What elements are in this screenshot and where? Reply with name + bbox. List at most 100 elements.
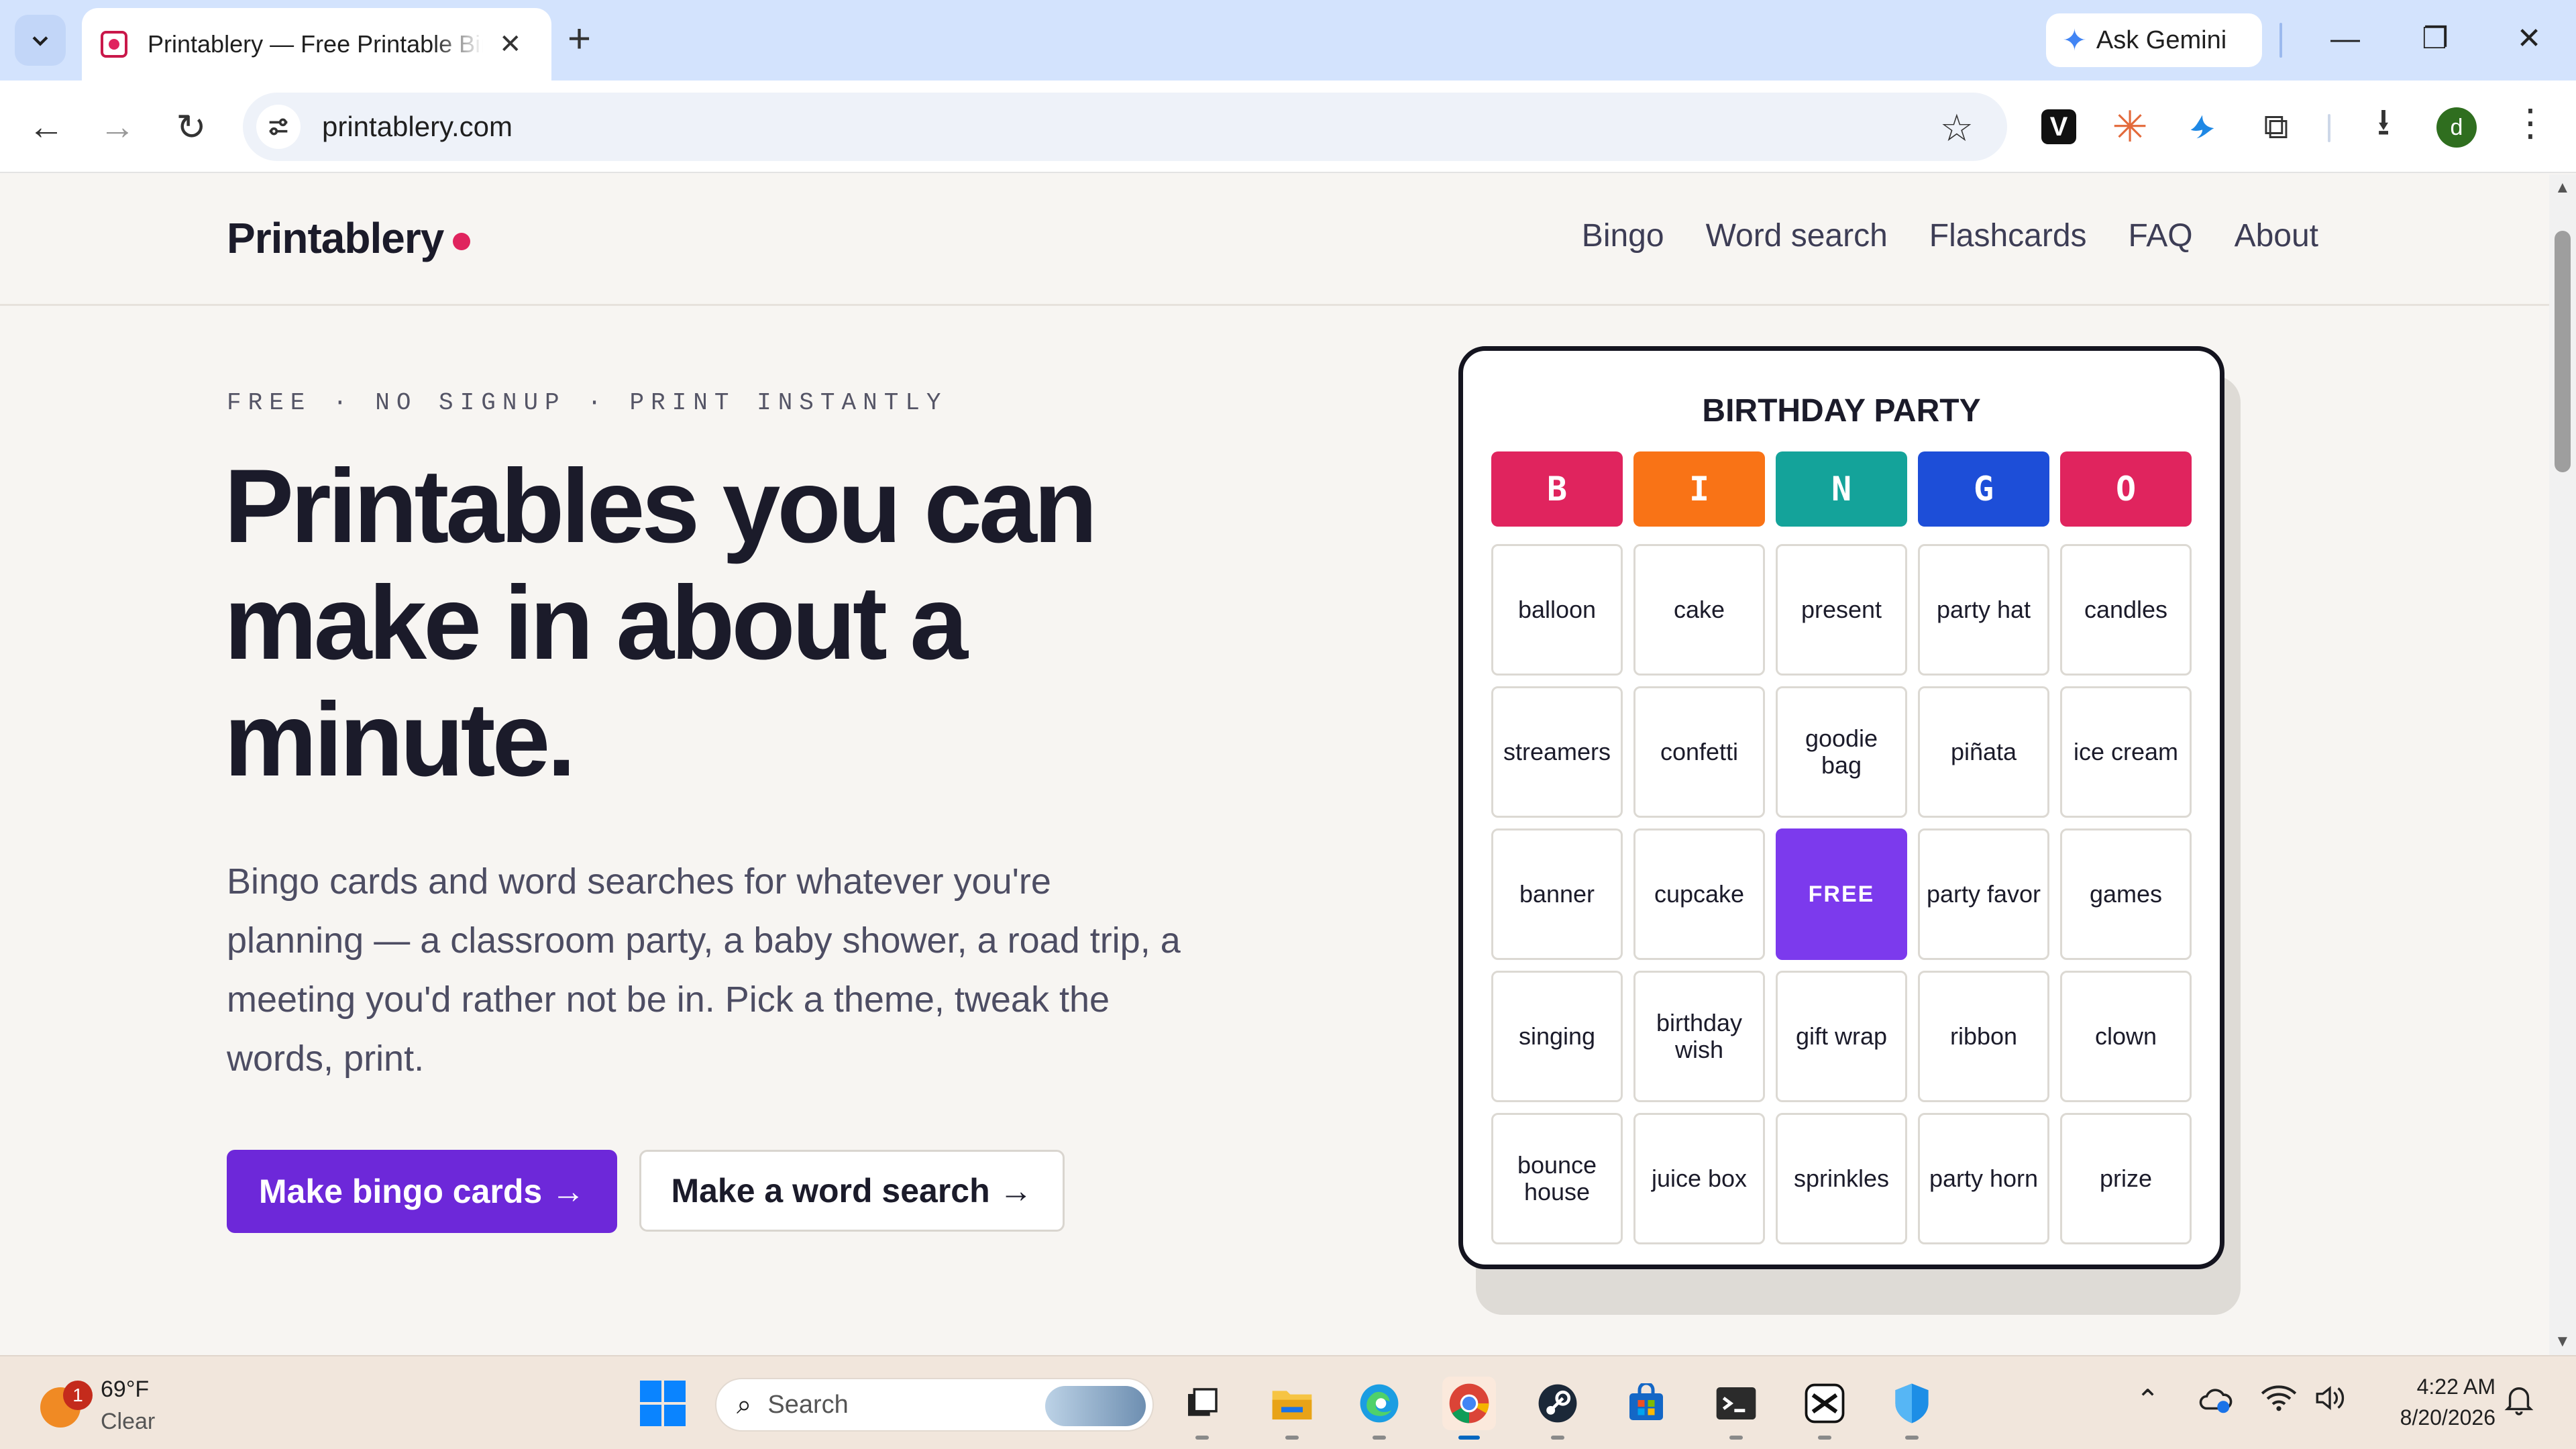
bingo-header-n: N — [1776, 451, 1907, 527]
browser-tab-bar: Printablery — Free Printable Bingo Cards… — [0, 0, 2576, 80]
bingo-cell: gift wrap — [1776, 971, 1907, 1102]
nav-bingo[interactable]: Bingo — [1582, 217, 1664, 254]
site-info-icon[interactable] — [256, 105, 301, 149]
volume-icon[interactable] — [2313, 1383, 2347, 1419]
bingo-card-preview: BIRTHDAY PARTY BINGO balloon cake present p… — [1458, 346, 2224, 1269]
weather-widget[interactable]: 1 — [40, 1381, 93, 1428]
hero-description: Bingo cards and word searches for whatev… — [227, 861, 1181, 1079]
nav-about[interactable]: About — [2235, 217, 2318, 254]
browser-tab-active[interactable]: Printablery — Free Printable Bingo Cards… — [82, 8, 551, 80]
profile-avatar[interactable]: d — [2436, 107, 2477, 148]
bingo-cell: confetti — [1633, 686, 1765, 818]
logo-text: Printablery — [227, 214, 444, 262]
bingo-header-b: B — [1491, 451, 1623, 527]
system-clock[interactable]: 4:22 AM 8/20/2026 — [2368, 1371, 2496, 1433]
tab-title: Printablery — Free Printable Bingo Cards — [148, 30, 483, 58]
back-button[interactable]: ← — [23, 103, 70, 150]
ask-gemini-label: Ask Gemini — [2096, 25, 2227, 54]
bingo-card-title: BIRTHDAY PARTY — [1702, 393, 1981, 429]
file-explorer-icon[interactable] — [1265, 1377, 1319, 1440]
browser-menu-icon[interactable]: ⋮ — [2512, 101, 2549, 145]
bingo-header-o: O — [2060, 451, 2192, 527]
bingo-cell: streamers — [1491, 686, 1623, 818]
scroll-down-arrow-icon[interactable]: ▼ — [2555, 1332, 2571, 1351]
scrollbar-thumb[interactable] — [2555, 231, 2571, 472]
nav-flashcards[interactable]: Flashcards — [1929, 217, 2087, 254]
bingo-cell: goodie bag — [1776, 686, 1907, 818]
wifi-icon[interactable] — [2261, 1383, 2297, 1419]
chevron-down-icon — [32, 36, 48, 46]
defender-shield-icon[interactable] — [1885, 1377, 1939, 1440]
weather-notification-badge: 1 — [63, 1381, 93, 1410]
main-nav: Bingo Word search Flashcards FAQ About — [1582, 217, 2318, 254]
make-bingo-cards-button[interactable]: Make bingo cards → — [227, 1150, 617, 1233]
nav-word-search[interactable]: Word search — [1706, 217, 1888, 254]
clock-time: 4:22 AM — [2416, 1375, 2496, 1399]
reload-button[interactable]: ↻ — [168, 103, 215, 150]
bingo-cell: cupcake — [1633, 828, 1765, 960]
make-word-search-button[interactable]: Make a word search → — [639, 1150, 1065, 1232]
close-tab-icon[interactable]: ✕ — [499, 29, 522, 60]
site-favicon-icon — [101, 31, 127, 58]
ask-gemini-button[interactable]: ✦ Ask Gemini — [2046, 13, 2262, 67]
weather-temperature: 69°F — [101, 1377, 150, 1402]
microsoft-store-icon[interactable] — [1619, 1377, 1673, 1430]
notification-bell-icon[interactable] — [2504, 1383, 2534, 1424]
hero-eyebrow: FREE · NO SIGNUP · PRINT INSTANTLY — [227, 389, 948, 417]
bingo-cell: games — [2060, 828, 2192, 960]
claude-extension-icon[interactable]: ✳ — [2108, 103, 2152, 151]
bingo-free-space: FREE — [1776, 828, 1907, 960]
bingo-cell: singing — [1491, 971, 1623, 1102]
bluesky-extension-icon[interactable] — [2180, 105, 2224, 149]
bingo-cell: ribbon — [1918, 971, 2049, 1102]
restore-button[interactable]: ❐ — [2408, 19, 2462, 59]
bingo-header-i: I — [1633, 451, 1765, 527]
hero-headline: Printables you can make in about a minut… — [224, 448, 1097, 798]
bingo-grid: balloon cake present party hat candles stream… — [1491, 544, 2192, 1244]
clock-date: 8/20/2026 — [2400, 1405, 2496, 1430]
page-content: Printablery Bingo Word search Flashcards… — [0, 174, 2549, 1355]
search-highlight-image — [1045, 1386, 1146, 1426]
scroll-up-arrow-icon[interactable]: ▲ — [2555, 178, 2571, 197]
bookmark-star-icon[interactable]: ☆ — [1940, 106, 1974, 150]
toolbar-divider — [2328, 114, 2330, 142]
terminal-icon[interactable] — [1709, 1377, 1763, 1440]
capcut-icon[interactable] — [1798, 1377, 1851, 1440]
edge-browser-icon[interactable] — [1352, 1377, 1406, 1440]
bingo-cell: party hat — [1918, 544, 2049, 676]
bingo-cell: juice box — [1633, 1113, 1765, 1244]
taskbar-search-placeholder: Search — [767, 1390, 849, 1419]
new-tab-button[interactable]: + — [568, 19, 591, 59]
minimize-button[interactable]: — — [2318, 19, 2372, 59]
weather-condition: Clear — [101, 1409, 156, 1434]
windows-start-icon[interactable] — [636, 1377, 690, 1430]
forward-button[interactable]: → — [94, 103, 141, 150]
bingo-cell: cake — [1633, 544, 1765, 676]
address-bar[interactable]: printablery.com ☆ — [243, 93, 2007, 161]
close-window-button[interactable]: ✕ — [2502, 19, 2556, 59]
extensions-puzzle-icon[interactable]: ⧉ — [2254, 105, 2298, 149]
bingo-cell: birthday wish — [1633, 971, 1765, 1102]
browser-toolbar: ← → ↻ printablery.com ☆ V ✳ ⧉ ⭳ d ⋮ — [0, 80, 2576, 173]
site-logo[interactable]: Printablery — [227, 213, 471, 263]
bingo-cell: piñata — [1918, 686, 2049, 818]
tab-bar-divider — [2279, 23, 2282, 58]
bingo-cell: present — [1776, 544, 1907, 676]
bingo-cell: bounce house — [1491, 1113, 1623, 1244]
page-scrollbar[interactable]: ▲ ▼ — [2549, 174, 2576, 1355]
nav-faq[interactable]: FAQ — [2129, 217, 2193, 254]
bingo-cell: prize — [2060, 1113, 2192, 1244]
extension-v-icon[interactable]: V — [2037, 105, 2081, 149]
steam-icon[interactable] — [1531, 1377, 1585, 1440]
bingo-cell: banner — [1491, 828, 1623, 960]
bingo-cell: party horn — [1918, 1113, 2049, 1244]
bingo-cell: balloon — [1491, 544, 1623, 676]
show-hidden-icons-chevron-icon[interactable]: ⌃ — [2136, 1383, 2159, 1416]
bingo-cell: party favor — [1918, 828, 2049, 960]
onedrive-sync-icon[interactable] — [2198, 1383, 2234, 1422]
taskbar-search-box[interactable]: ⌕ Search — [715, 1378, 1154, 1432]
tab-search-button[interactable] — [15, 15, 66, 66]
task-view-icon[interactable] — [1175, 1377, 1229, 1440]
downloads-icon[interactable]: ⭳ — [2361, 101, 2406, 149]
chrome-browser-icon[interactable] — [1442, 1377, 1496, 1440]
